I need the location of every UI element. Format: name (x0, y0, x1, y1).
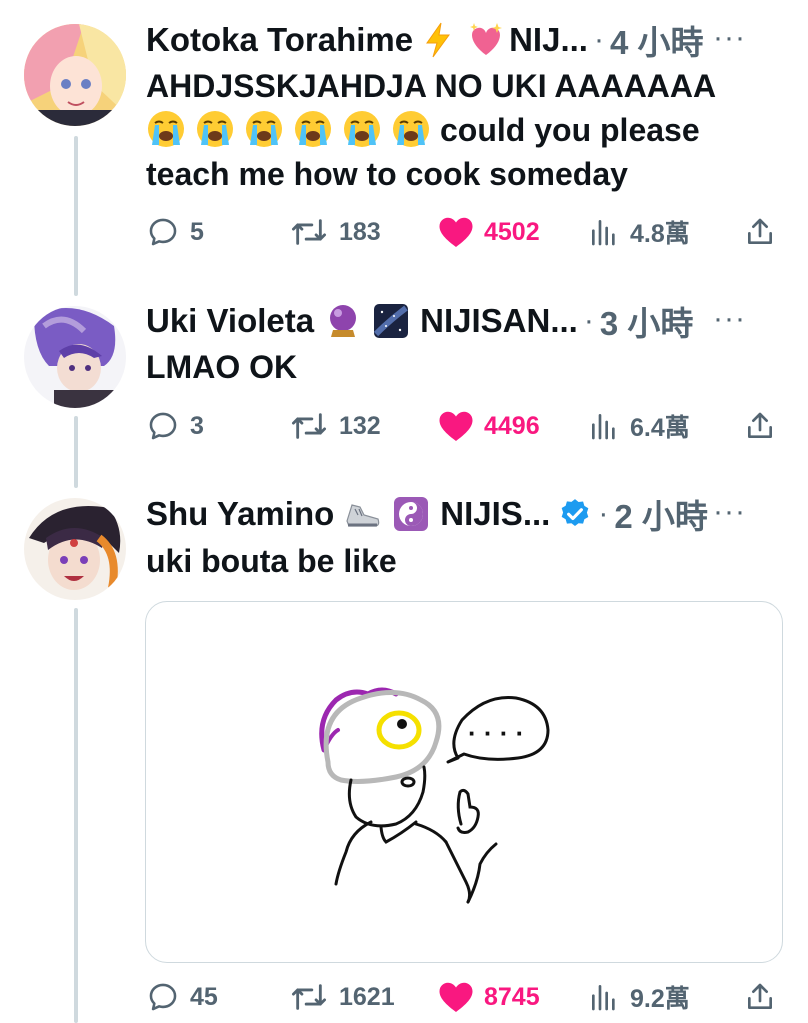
handle[interactable]: NIJ... (509, 21, 588, 59)
views-chart-icon (592, 414, 615, 440)
loudly-crying-face-emoji-icon (246, 111, 282, 147)
repost-icon (292, 219, 327, 245)
share-icon (748, 983, 772, 1009)
timestamp[interactable]: 2 小時 (614, 490, 708, 538)
separator-dot: · (598, 497, 609, 530)
reply-icon (149, 218, 177, 246)
reply-count: 5 (190, 217, 204, 246)
like-count: 4502 (484, 217, 540, 246)
like-count: 4496 (484, 411, 540, 440)
running-shoe-emoji-icon (346, 504, 380, 527)
views-button[interactable]: 9.2萬 (588, 975, 690, 1019)
reply-button[interactable]: 45 (146, 975, 218, 1019)
timestamp[interactable]: 3 小時 (600, 297, 694, 345)
loudly-crying-face-emoji-icon (197, 111, 233, 147)
more-options-icon[interactable]: ··· (713, 492, 746, 536)
views-chart-icon (592, 220, 615, 246)
heart-icon (439, 411, 473, 441)
reply-icon (149, 983, 177, 1011)
tweet-text-fragment: could you please (440, 112, 700, 148)
tweet-header: Shu Yamino NIJIS... · 2 小時 ··· (146, 492, 768, 536)
repost-count: 132 (339, 411, 381, 440)
tweet-text-line: teach me how to cook someday (146, 156, 628, 192)
tweet-media-image[interactable]: · · · · (145, 601, 783, 963)
view-count: 9.2萬 (630, 985, 690, 1013)
yin-yang-emoji-icon (394, 497, 429, 531)
repost-button[interactable]: 132 (289, 404, 381, 448)
views-button[interactable]: 6.4萬 (588, 404, 690, 448)
views-button[interactable]: 4.8萬 (588, 210, 690, 254)
repost-button[interactable]: 183 (289, 210, 381, 254)
tweet-actions: 3 132 4496 6.4萬 (146, 404, 786, 448)
reply-button[interactable]: 5 (146, 210, 204, 254)
loudly-crying-face-emoji-icon (344, 111, 380, 147)
avatar[interactable] (24, 306, 126, 408)
repost-count: 183 (339, 217, 381, 246)
display-name[interactable]: Uki Violeta (146, 302, 314, 340)
heart-icon (439, 217, 473, 247)
lightning-emoji-icon (426, 22, 451, 58)
views-chart-icon (592, 985, 615, 1011)
reply-icon (149, 412, 177, 440)
repost-count: 1621 (339, 982, 395, 1011)
repost-icon (292, 413, 327, 439)
tweet-text-line: could you please (146, 108, 768, 152)
share-button[interactable] (744, 210, 786, 254)
view-count: 6.4萬 (630, 414, 690, 442)
like-button[interactable]: 4496 (438, 404, 540, 448)
like-button[interactable]: 8745 (438, 975, 540, 1019)
loudly-crying-face-emoji-icon (295, 111, 331, 147)
tweet-text: AHDJSSKJAHDJA NO UKI AAAAAAA could you p… (146, 64, 768, 196)
share-button[interactable] (744, 975, 786, 1019)
display-name[interactable]: Kotoka Torahime (146, 21, 413, 59)
tweet-actions: 45 1621 8745 9.2萬 (146, 975, 786, 1019)
tweet-header: Uki Violeta NIJISAN... · 3 小時 ··· (146, 299, 768, 343)
display-name[interactable]: Shu Yamino (146, 495, 334, 533)
thread-line (74, 608, 78, 1023)
avatar[interactable] (24, 498, 126, 600)
reply-button[interactable]: 3 (146, 404, 204, 448)
heart-icon (439, 982, 473, 1012)
view-count: 4.8萬 (630, 220, 690, 248)
tweet-text: LMAO OK (146, 349, 298, 385)
milky-way-emoji-icon (374, 304, 409, 338)
handle[interactable]: NIJISAN... (420, 302, 578, 340)
share-icon (748, 412, 772, 438)
loudly-crying-face-emoji-icon (148, 111, 184, 147)
like-button[interactable]: 4502 (438, 210, 540, 254)
verified-badge-icon (562, 499, 589, 527)
separator-dot: · (583, 304, 594, 337)
thread-line (74, 136, 78, 296)
tweet-text-line: AHDJSSKJAHDJA NO UKI AAAAAAA (146, 68, 717, 104)
repost-button[interactable]: 1621 (289, 975, 395, 1019)
thread-line (74, 416, 78, 488)
timestamp[interactable]: 4 小時 (610, 16, 704, 64)
avatar[interactable] (24, 24, 126, 126)
crystal-ball-emoji-icon (330, 305, 357, 337)
repost-icon (292, 984, 327, 1010)
speech-bubble-text: · · · · (468, 718, 524, 748)
share-icon (748, 218, 772, 244)
sparkling-heart-emoji-icon (470, 23, 503, 55)
share-button[interactable] (744, 404, 786, 448)
handle[interactable]: NIJIS... (440, 495, 550, 533)
tweet-header: Kotoka Torahime NIJ... · 4 小時 ··· (146, 18, 768, 62)
more-options-icon[interactable]: ··· (713, 299, 746, 343)
separator-dot: · (593, 23, 604, 56)
like-count: 8745 (484, 982, 540, 1011)
tweet-actions: 5 183 4502 4.8萬 (146, 210, 786, 254)
more-options-icon[interactable]: ··· (713, 18, 746, 62)
doodle-drawing: · · · · (319, 687, 550, 904)
tweet-text: uki bouta be like (146, 543, 397, 579)
reply-count: 45 (190, 982, 218, 1011)
loudly-crying-face-emoji-icon (393, 111, 429, 147)
reply-count: 3 (190, 411, 204, 440)
